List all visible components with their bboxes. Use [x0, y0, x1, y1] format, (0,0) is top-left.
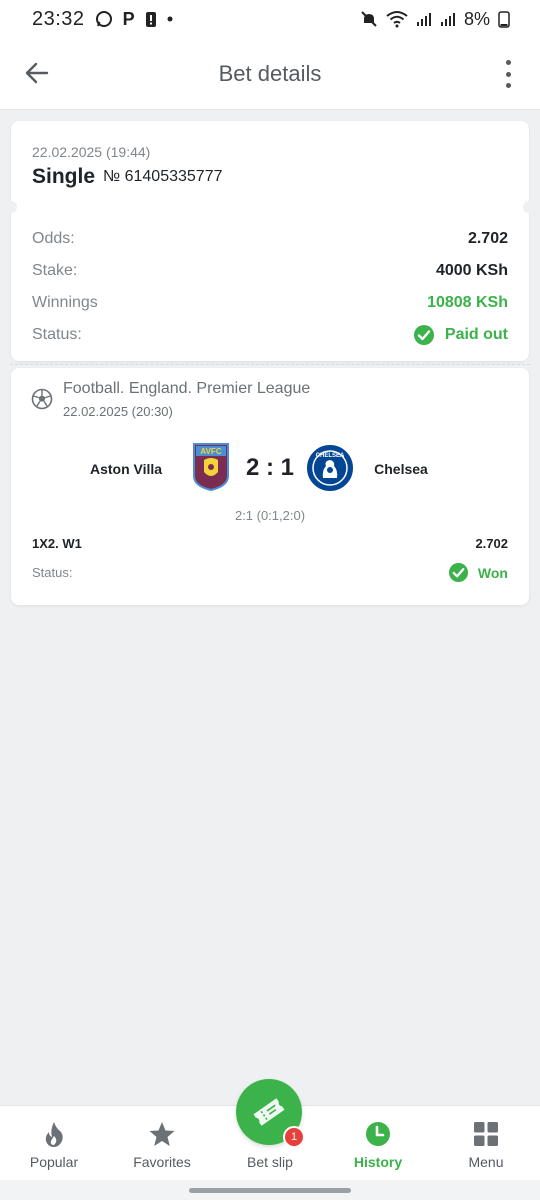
parking-icon: P — [122, 8, 135, 29]
notification-dot-icon — [167, 16, 173, 22]
more-options-button[interactable] — [502, 60, 514, 88]
more-dot — [505, 60, 511, 65]
back-button[interactable] — [20, 56, 54, 90]
nav-label-betslip: Bet slip — [247, 1154, 293, 1170]
bet-date: 22.02.2025 (19:44) — [32, 144, 151, 160]
bet-type: Single — [32, 165, 96, 188]
away-team-name: Chelsea — [374, 461, 428, 477]
pick-status-label: Status: — [32, 565, 73, 580]
ticket-notch — [523, 201, 535, 213]
clock-icon — [366, 1122, 390, 1146]
more-dot — [505, 83, 511, 88]
battery-alert-icon — [145, 12, 156, 27]
match-date: 22.02.2025 (20:30) — [63, 404, 173, 419]
signal-icon — [416, 13, 431, 26]
nav-label-menu: Menu — [468, 1154, 504, 1170]
status-text: Paid out — [444, 326, 508, 343]
ticket-divider — [10, 364, 530, 365]
status-time: 23:32 — [32, 7, 85, 30]
ticket-notch — [5, 201, 17, 213]
betslip-count-badge: 1 — [283, 1126, 305, 1148]
battery-percent: 8% — [463, 8, 490, 29]
winnings-value: 10808 KSh — [427, 294, 508, 311]
score-detail: 2:1 (0:1,2:0) — [234, 508, 306, 523]
odds-label: Odds: — [32, 230, 75, 247]
grid-icon — [474, 1122, 498, 1146]
nav-item-favorites[interactable]: Favorites — [108, 1106, 216, 1180]
stake-row: Stake: 4000 KSh — [32, 259, 508, 283]
aston-villa-crest-icon: AVFC — [193, 443, 229, 492]
star-icon — [149, 1122, 175, 1146]
flame-icon — [45, 1122, 63, 1147]
event-card: Football. England. Premier League 22.02.… — [11, 368, 529, 605]
ticket-icon — [253, 1098, 285, 1126]
odds-value: 2.702 — [467, 230, 508, 247]
status-right: 8% — [360, 9, 510, 30]
more-dot — [505, 71, 511, 77]
pick-status-value: Won — [448, 562, 508, 583]
pick-market: 1X2. W1 — [32, 536, 82, 551]
whatsapp-icon — [95, 11, 112, 27]
football-icon — [31, 388, 53, 410]
odds-row: Odds: 2.702 — [32, 227, 508, 251]
check-circle-icon — [448, 562, 468, 583]
home-team-name: Aston Villa — [89, 461, 163, 477]
stake-value: 4000 KSh — [435, 262, 508, 279]
svg-text:AVFC: AVFC — [200, 447, 221, 456]
match-score: 2 : 1 — [245, 454, 295, 481]
arrow-left-icon — [25, 62, 49, 84]
wifi-icon — [386, 11, 408, 28]
winnings-row: Winnings 10808 KSh — [32, 291, 508, 315]
nav-label-popular: Popular — [29, 1154, 79, 1170]
status-row: Status: Paid out — [32, 323, 508, 347]
page-title: Bet details — [218, 60, 322, 86]
gesture-handle[interactable] — [189, 1188, 351, 1193]
nav-label-history: History — [353, 1154, 403, 1170]
bet-summary-card: 22.02.2025 (19:44) Single № 61405335777 … — [11, 121, 529, 361]
pick-status-text: Won — [477, 564, 508, 581]
pick-row: 1X2. W1 2.702 — [32, 536, 508, 551]
mute-icon — [361, 11, 377, 27]
winnings-label: Winnings — [32, 294, 98, 311]
chelsea-crest-icon: CHELSEA — [305, 443, 355, 493]
nav-item-popular[interactable]: Popular — [0, 1106, 108, 1180]
signal-icon-2 — [440, 13, 455, 26]
status-left: 23:32 P — [32, 8, 173, 31]
app-header: Bet details — [0, 38, 540, 110]
bet-number: № 61405335777 — [103, 168, 223, 185]
status-value: Paid out — [413, 324, 508, 346]
status-label: Status: — [32, 326, 82, 343]
pick-odds: 2.702 — [475, 536, 508, 551]
nav-item-menu[interactable]: Menu — [432, 1106, 540, 1180]
nav-item-history[interactable]: History — [324, 1106, 432, 1180]
nav-label-favorites: Favorites — [133, 1154, 191, 1170]
pick-status-row: Status: Won — [32, 562, 508, 583]
league-name: Football. England. Premier League — [63, 380, 311, 397]
battery-icon — [498, 11, 510, 28]
status-bar: 23:32 P 8% — [0, 0, 540, 38]
stake-label: Stake: — [32, 262, 78, 279]
check-circle-icon — [413, 325, 434, 345]
svg-text:CHELSEA: CHELSEA — [316, 453, 345, 459]
